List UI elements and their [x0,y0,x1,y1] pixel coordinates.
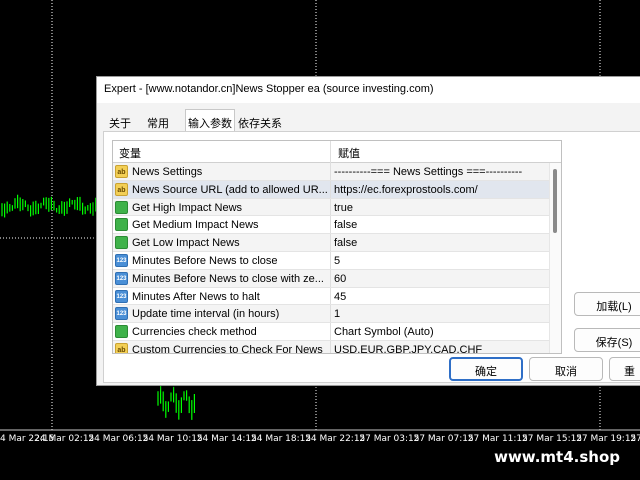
grid-scrollbar[interactable] [549,163,561,353]
tab-common[interactable]: 常用 [143,111,173,131]
trend-param-icon [115,236,128,250]
parameter-value[interactable]: 45 [334,291,548,303]
time-axis-label: 24 Mar 10:15 [142,434,203,444]
parameter-row[interactable]: 123 Minutes Before News to close 5 [113,251,549,270]
text-param-icon: ab [115,342,128,353]
parameter-name: Minutes After News to halt [132,290,260,303]
parameter-value[interactable]: true [334,202,548,214]
trend-param-icon [115,218,128,232]
parameter-value[interactable]: 5 [334,255,548,267]
parameter-value[interactable]: https://ec.forexprostools.com/ [334,184,548,196]
inputs-panel: 变量 赋值 ab News Settings ----------=== News … [103,131,640,383]
trend-param-icon [115,200,128,214]
parameter-value[interactable]: Chart Symbol (Auto) [334,326,548,338]
ok-button[interactable]: 确定 [449,357,523,381]
parameter-row[interactable]: 123 Minutes After News to halt 45 [113,287,549,306]
parameter-name: Custom Currencies to Check For News [132,343,323,354]
parameter-name: Currencies check method [132,326,257,339]
time-axis-label: 27 Mar 03:15 [359,434,420,444]
dialog-titlebar[interactable]: Expert - [www.notandor.cn]News Stopper e… [97,77,640,103]
parameters-grid: 变量 赋值 ab News Settings ----------=== News … [112,140,562,354]
parameter-value[interactable]: 60 [334,273,548,285]
number-param-icon: 123 [115,271,128,285]
time-axis-label: 24 Mar 02:15 [34,434,95,444]
parameter-row[interactable]: Get Medium Impact News false [113,216,549,235]
parameter-name: Get Low Impact News [132,237,240,250]
parameter-row[interactable]: Get Low Impact News false [113,234,549,252]
parameter-name: Minutes Before News to close [132,254,278,267]
reset-button[interactable]: 重 [609,357,640,381]
number-param-icon: 123 [115,253,128,267]
parameter-row[interactable]: ab News Source URL (add to allowed UR... h… [113,180,549,199]
parameter-name: Minutes Before News to close with ze... [132,272,324,285]
expert-properties-dialog: Expert - [www.notandor.cn]News Stopper e… [96,76,640,386]
parameter-value[interactable]: 1 [334,308,548,320]
parameter-row[interactable]: 123 Minutes Before News to close with ze.… [113,269,549,288]
parameter-name: News Settings [132,166,203,178]
parameter-value[interactable]: ----------=== News Settings ===---------… [334,166,548,178]
load-button[interactable]: 加载(L) [574,292,640,316]
parameter-name: Get High Impact News [132,201,243,214]
time-axis-label: 27 Mar 15:15 [522,434,583,444]
parameter-row[interactable]: Currencies check method Chart Symbol (Aut… [113,323,549,341]
time-axis-label: 27 Mar [630,434,640,444]
watermark: www.mt4.shop [482,445,632,469]
parameter-value[interactable]: false [334,219,548,231]
time-axis-label: 27 Mar 07:15 [413,434,474,444]
save-button[interactable]: 保存(S) [574,328,640,352]
parameter-row[interactable]: Get High Impact News true [113,198,549,217]
parameter-row[interactable]: ab News Settings ----------=== News Settin… [113,163,549,181]
parameter-name: News Source URL (add to allowed UR... [132,183,328,196]
parameter-name: Update time interval (in hours) [132,308,280,321]
tab-about[interactable]: 关于 [105,111,135,131]
time-axis-label: 24 Mar 18:15 [251,434,312,444]
text-param-icon: ab [115,182,128,196]
scrollbar-thumb[interactable] [553,169,557,233]
grid-header: 变量 赋值 [113,141,561,163]
parameter-row[interactable]: 123 Update time interval (in hours) 1 [113,305,549,324]
time-axis-label: 27 Mar 19:15 [576,434,637,444]
dialog-title: Expert - [www.notandor.cn]News Stopper e… [104,83,434,95]
column-header-value[interactable]: 赋值 [338,145,360,161]
parameter-value[interactable]: false [334,237,548,249]
tab-inputs[interactable]: 输入参数 [185,109,235,131]
trend-param-icon [115,325,128,339]
time-axis-label: 24 Mar 06:15 [88,434,149,444]
time-axis-label: 24 Mar 22:15 [305,434,366,444]
text-param-icon: ab [115,165,128,178]
number-param-icon: 123 [115,307,128,321]
parameter-row[interactable]: ab Custom Currencies to Check For News USD… [113,340,549,354]
parameter-value[interactable]: USD,EUR,GBP,JPY,CAD,CHF [334,344,548,353]
time-axis-label: 27 Mar 11:15 [467,434,528,444]
parameter-name: Get Medium Impact News [132,219,259,232]
column-header-variable[interactable]: 变量 [119,145,141,161]
tab-dependencies[interactable]: 依存关系 [237,111,283,131]
parameter-rows: ab News Settings ----------=== News Settin… [113,163,549,354]
time-axis-label: 24 Mar 14:15 [196,434,257,444]
cancel-button[interactable]: 取消 [529,357,603,381]
help-button[interactable]: ? [635,81,640,95]
number-param-icon: 123 [115,289,128,303]
